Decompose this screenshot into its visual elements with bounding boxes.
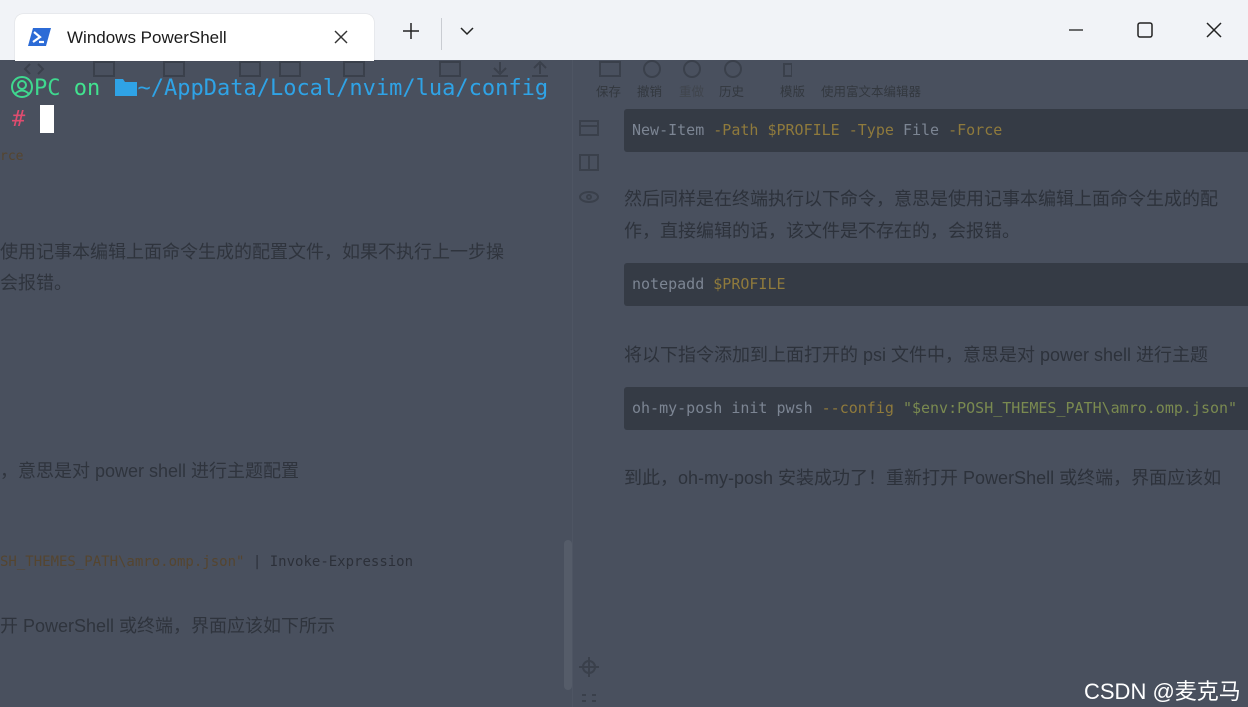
title-bar: Windows PowerShell bbox=[0, 0, 1248, 61]
bg-left-code-part1: SH_THEMES_PATH\amro.omp.json" bbox=[0, 554, 245, 570]
code1-flag2: -Type bbox=[848, 121, 894, 139]
close-icon[interactable] bbox=[1202, 18, 1226, 42]
code1-var: $PROFILE bbox=[767, 121, 840, 139]
code3-str: "$env:POSH_THEMES_PATH\amro.omp.json" bbox=[902, 399, 1238, 417]
prompt-symbol: # bbox=[12, 107, 26, 132]
code1-flag3: -Force bbox=[948, 121, 1003, 139]
editor-side-icons bbox=[579, 120, 599, 203]
bg-left-fragment: rce bbox=[0, 149, 24, 164]
bg-left-code-part2: Invoke-Expression bbox=[269, 554, 414, 570]
code3-cmd: oh-my-posh init pwsh bbox=[632, 399, 813, 417]
bg-left-para3: 开 PowerShell 或终端，界面应该如下所示 bbox=[0, 616, 336, 636]
code3-flag: --config bbox=[821, 399, 894, 417]
pane-divider bbox=[572, 60, 573, 707]
code1-arg: File bbox=[902, 121, 940, 139]
toolbar-separator bbox=[441, 18, 442, 50]
user-at-icon bbox=[11, 76, 33, 98]
bg-code-block-3: oh-my-posh init pwsh --config "$env:POSH… bbox=[624, 387, 1248, 430]
terminal-pane[interactable] bbox=[0, 60, 1248, 707]
toolbar-redo-label: 重做 bbox=[679, 85, 705, 99]
tab-title: Windows PowerShell bbox=[67, 28, 227, 47]
bg-code-block-1: New-Item -Path $PROFILE -Type File -Forc… bbox=[624, 109, 1248, 152]
code2-var: $PROFILE bbox=[713, 275, 786, 293]
new-tab-icon[interactable] bbox=[400, 20, 422, 42]
tab-windows-powershell[interactable]: Windows PowerShell bbox=[15, 14, 374, 61]
terminal-cursor bbox=[40, 105, 54, 133]
editor-scrollbar[interactable] bbox=[564, 540, 572, 690]
chevron-down-icon[interactable] bbox=[456, 20, 478, 42]
code2-cmd: notepadd bbox=[632, 275, 705, 293]
bg-left-code-pipe: | bbox=[252, 554, 262, 570]
maximize-icon[interactable] bbox=[1133, 18, 1157, 42]
bg-left-code: SH_THEMES_PATH\amro.omp.json" | Invoke-E… bbox=[0, 554, 413, 570]
prompt-user: PC bbox=[34, 76, 61, 101]
toolbar-history-label: 历史 bbox=[719, 85, 745, 99]
minimize-icon[interactable] bbox=[1064, 18, 1088, 42]
bg-code-block-2: notepadd $PROFILE bbox=[624, 263, 1248, 306]
toolbar-undo-label: 撤销 bbox=[637, 85, 663, 99]
prompt-on: on bbox=[73, 76, 101, 101]
prompt-path: ~/AppData/Local/nvim/lua/config bbox=[137, 76, 549, 101]
bg-left-para1-line2: 会报错。 bbox=[0, 273, 72, 293]
bg-right-para1-line2: 作，直接编辑的话，该文件是不存在的，会报错。 bbox=[624, 221, 1020, 241]
tab-close-icon[interactable] bbox=[331, 27, 351, 47]
code1-flag1: -Path bbox=[713, 121, 759, 139]
code1-cmd: New-Item bbox=[632, 121, 705, 139]
toolbar-richtext-label: 使用富文本编辑器 bbox=[821, 85, 922, 99]
terminal-prompt: PC on ~/AppData/Local/nvim/lua/config bbox=[10, 73, 548, 105]
toolbar-template-label: 模版 bbox=[780, 85, 806, 99]
toolbar-save-label: 保存 bbox=[596, 85, 622, 99]
bg-right-para2: 将以下指令添加到上面打开的 psi 文件中，意思是对 power shell 进… bbox=[624, 345, 1209, 365]
folder-icon bbox=[114, 79, 137, 96]
bg-right-para3: 到此，oh-my-posh 安装成功了！重新打开 PowerShell 或终端，… bbox=[624, 468, 1222, 488]
bg-left-para2: ，意思是对 power shell 进行主题配置 bbox=[0, 461, 300, 481]
watermark: CSDN @麦克马 bbox=[1084, 679, 1241, 704]
bg-left-para1-line1: 使用记事本编辑上面命令生成的配置文件，如果不执行上一步操 bbox=[0, 242, 504, 262]
bg-right-para1-line1: 然后同样是在终端执行以下命令，意思是使用记事本编辑上面命令生成的配 bbox=[624, 189, 1218, 209]
powershell-icon bbox=[28, 28, 51, 46]
editor-bottom-icons bbox=[579, 657, 599, 702]
